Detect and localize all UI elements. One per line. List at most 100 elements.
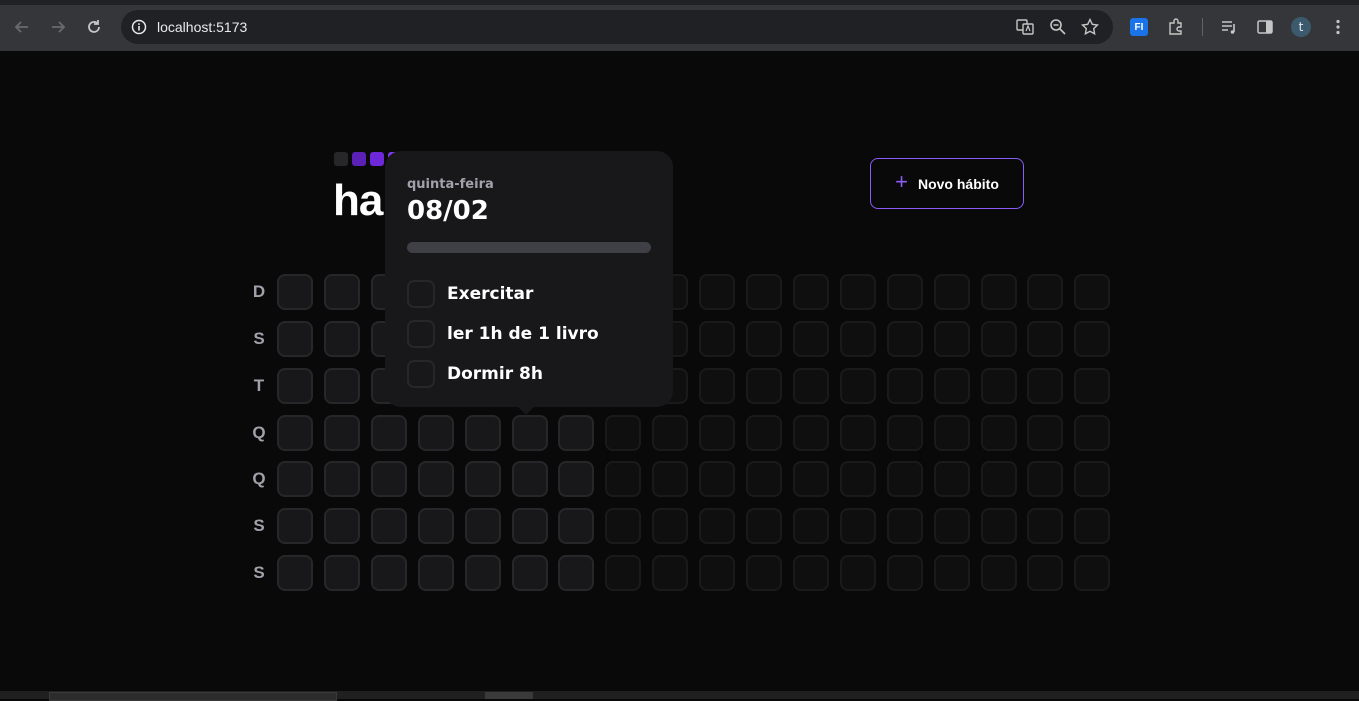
forward-icon[interactable]: [47, 16, 69, 38]
logo-square: [334, 152, 348, 166]
habit-item[interactable]: Dormir 8h: [407, 354, 651, 394]
day-cell[interactable]: [371, 415, 407, 451]
day-cell[interactable]: [512, 508, 548, 544]
day-cell[interactable]: [277, 508, 313, 544]
os-taskbar: [0, 691, 1359, 701]
media-icon[interactable]: [1219, 17, 1239, 37]
logo-square: [352, 152, 366, 166]
day-cell: [1074, 508, 1110, 544]
day-cell[interactable]: [418, 555, 454, 591]
day-cell: [746, 508, 782, 544]
day-cell[interactable]: [418, 508, 454, 544]
habit-list: Exercitar ler 1h de 1 livro Dormir 8h: [407, 274, 651, 394]
day-cell[interactable]: [465, 415, 501, 451]
day-cell: [699, 415, 735, 451]
reload-icon[interactable]: [83, 16, 105, 38]
day-cell[interactable]: [277, 415, 313, 451]
extension-fi-label: FI: [1130, 18, 1148, 36]
day-cell: [793, 321, 829, 357]
habit-checkbox[interactable]: [407, 360, 435, 388]
day-cell: [887, 274, 923, 310]
extension-fi-icon[interactable]: FI: [1129, 17, 1149, 37]
day-cell: [746, 321, 782, 357]
day-cell[interactable]: [418, 415, 454, 451]
day-cell[interactable]: [371, 461, 407, 497]
habit-item[interactable]: ler 1h de 1 livro: [407, 314, 651, 354]
day-cell: [934, 415, 970, 451]
day-cell[interactable]: [558, 461, 594, 497]
day-cell[interactable]: [277, 555, 313, 591]
day-cell[interactable]: [324, 368, 360, 404]
day-cell: [887, 368, 923, 404]
day-cell: [793, 274, 829, 310]
day-cell[interactable]: [324, 274, 360, 310]
translate-icon[interactable]: [1016, 18, 1034, 40]
day-cell: [981, 461, 1017, 497]
day-cell: [652, 415, 688, 451]
day-cell[interactable]: [371, 555, 407, 591]
weekday-label: T: [253, 376, 265, 395]
day-cell[interactable]: [558, 415, 594, 451]
address-bar[interactable]: localhost:5173: [121, 10, 1113, 44]
day-cell[interactable]: [324, 508, 360, 544]
zoom-icon[interactable]: [1049, 18, 1067, 40]
weekday-label: Q: [252, 423, 266, 442]
star-icon[interactable]: [1080, 17, 1100, 40]
day-cell: [793, 555, 829, 591]
day-cell[interactable]: [512, 461, 548, 497]
day-cell: [1074, 274, 1110, 310]
day-cell[interactable]: [277, 274, 313, 310]
day-cell: [840, 368, 876, 404]
day-cell[interactable]: [324, 415, 360, 451]
day-cell[interactable]: [418, 461, 454, 497]
day-cell[interactable]: [324, 461, 360, 497]
info-icon[interactable]: [131, 19, 147, 39]
plus-icon: +: [895, 169, 908, 194]
sidepanel-icon[interactable]: [1255, 17, 1275, 37]
logo-square: [370, 152, 384, 166]
profile-icon[interactable]: t: [1291, 17, 1311, 37]
day-cell: [934, 368, 970, 404]
day-cell: [699, 368, 735, 404]
day-cell: [793, 415, 829, 451]
day-cell: [840, 321, 876, 357]
day-cell: [746, 415, 782, 451]
day-cell: [981, 555, 1017, 591]
habit-checkbox[interactable]: [407, 280, 435, 308]
day-cell[interactable]: [465, 555, 501, 591]
day-cell: [793, 461, 829, 497]
day-cell: [699, 461, 735, 497]
day-cell: [840, 415, 876, 451]
taskbar-app[interactable]: [485, 692, 533, 699]
day-cell[interactable]: [465, 461, 501, 497]
day-cell[interactable]: [371, 508, 407, 544]
day-cell[interactable]: [277, 368, 313, 404]
browser-toolbar: localhost:5173 FI t: [0, 0, 1359, 51]
day-cell[interactable]: [277, 321, 313, 357]
menu-icon[interactable]: [1328, 17, 1348, 37]
popover-weekday: quinta-feira: [407, 177, 494, 192]
day-cell[interactable]: [558, 555, 594, 591]
day-cell: [887, 415, 923, 451]
back-icon[interactable]: [11, 16, 33, 38]
day-cell: [1027, 321, 1063, 357]
day-cell[interactable]: [324, 321, 360, 357]
day-cell[interactable]: [465, 508, 501, 544]
day-cell: [981, 274, 1017, 310]
day-cell[interactable]: [277, 461, 313, 497]
day-cell: [605, 415, 641, 451]
day-cell[interactable]: [558, 508, 594, 544]
day-cell[interactable]: [512, 415, 548, 451]
puzzle-icon[interactable]: [1166, 17, 1186, 37]
habit-checkbox[interactable]: [407, 320, 435, 348]
taskbar-search[interactable]: [49, 692, 337, 701]
day-cell: [746, 461, 782, 497]
new-habit-button[interactable]: + Novo hábito: [870, 158, 1024, 209]
url-text[interactable]: localhost:5173: [157, 19, 247, 35]
habit-item[interactable]: Exercitar: [407, 274, 651, 314]
habit-label: Exercitar: [447, 284, 534, 304]
day-cell[interactable]: [324, 555, 360, 591]
day-cell[interactable]: [512, 555, 548, 591]
day-cell: [934, 321, 970, 357]
day-cell: [1027, 555, 1063, 591]
